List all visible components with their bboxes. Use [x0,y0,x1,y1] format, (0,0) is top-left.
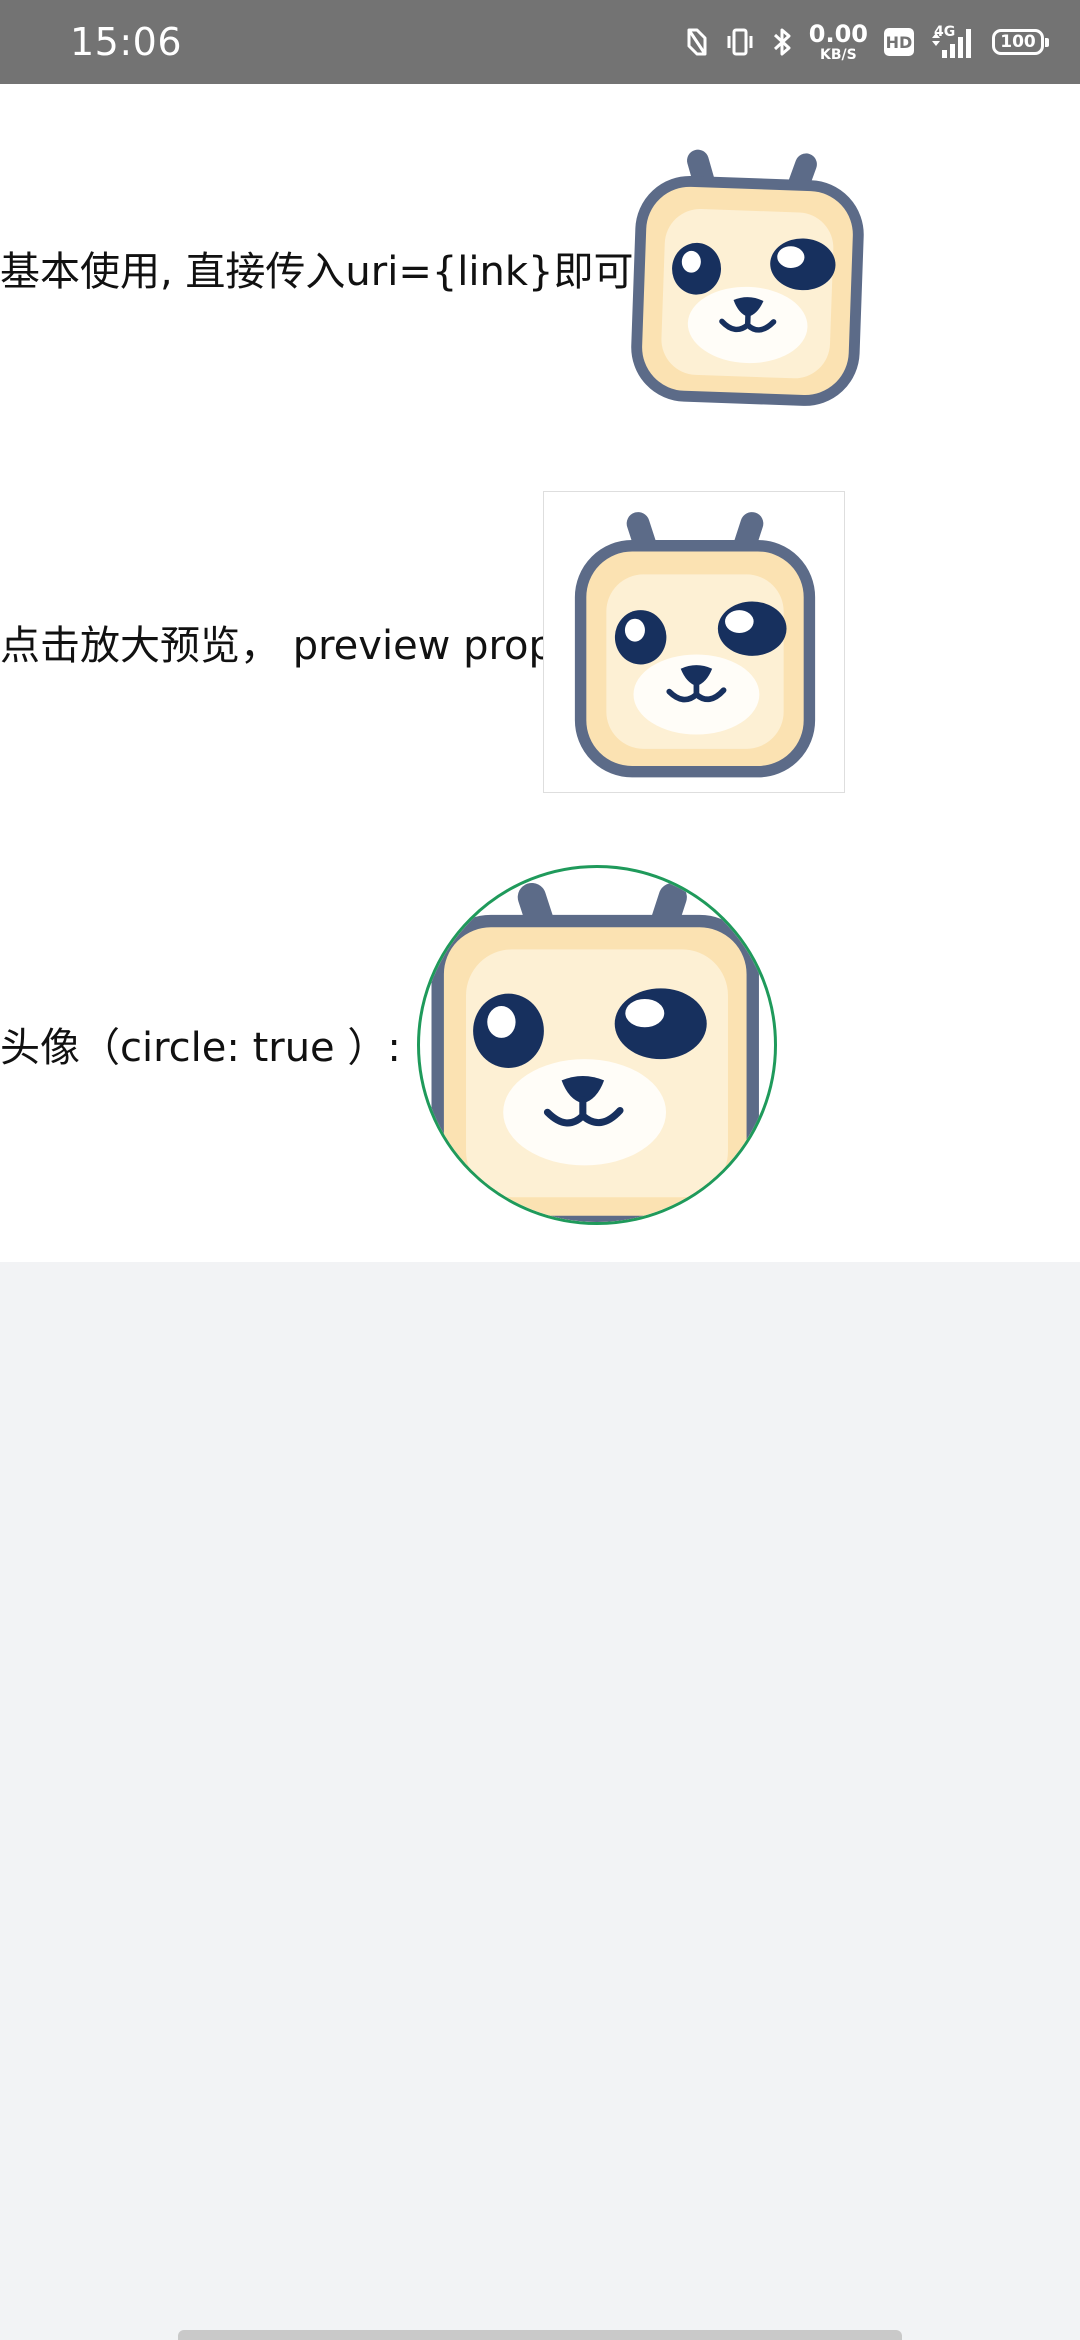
preview-label: 点击放大预览， preview prop [0,623,554,669]
net-speed-value: 0.00 [808,20,868,48]
status-bar: 15:06 0.00 KB/S HD 4G 100 [0,0,1080,84]
net-speed-unit: KB/S [820,47,857,63]
preview-image[interactable] [543,491,845,793]
bluetooth-icon [771,26,793,58]
battery-level: 100 [1000,32,1036,52]
avatar-label: 头像（circle: true ）: [0,1025,401,1071]
basic-image [612,140,884,412]
avatar [417,865,777,1225]
dog-mascot-image [431,882,759,1222]
hd-icon: HD [884,28,914,56]
dog-mascot-image [631,149,864,406]
status-time: 15:06 [70,20,183,64]
content-card: 基本使用, 直接传入uri={link}即可 点击放大预览， preview p… [0,84,1080,1262]
dog-mascot-image [574,512,816,778]
net-speed: 0.00 KB/S [809,22,868,62]
home-indicator[interactable] [178,2330,902,2340]
basic-usage-label: 基本使用, 直接传入uri={link}即可 [0,249,634,295]
nfc-icon [685,26,709,58]
status-icons: 0.00 KB/S HD 4G 100 [685,18,1049,66]
battery-icon: 100 [992,29,1049,55]
signal-icon: 4G [930,24,976,60]
vibrate-icon [725,26,755,58]
